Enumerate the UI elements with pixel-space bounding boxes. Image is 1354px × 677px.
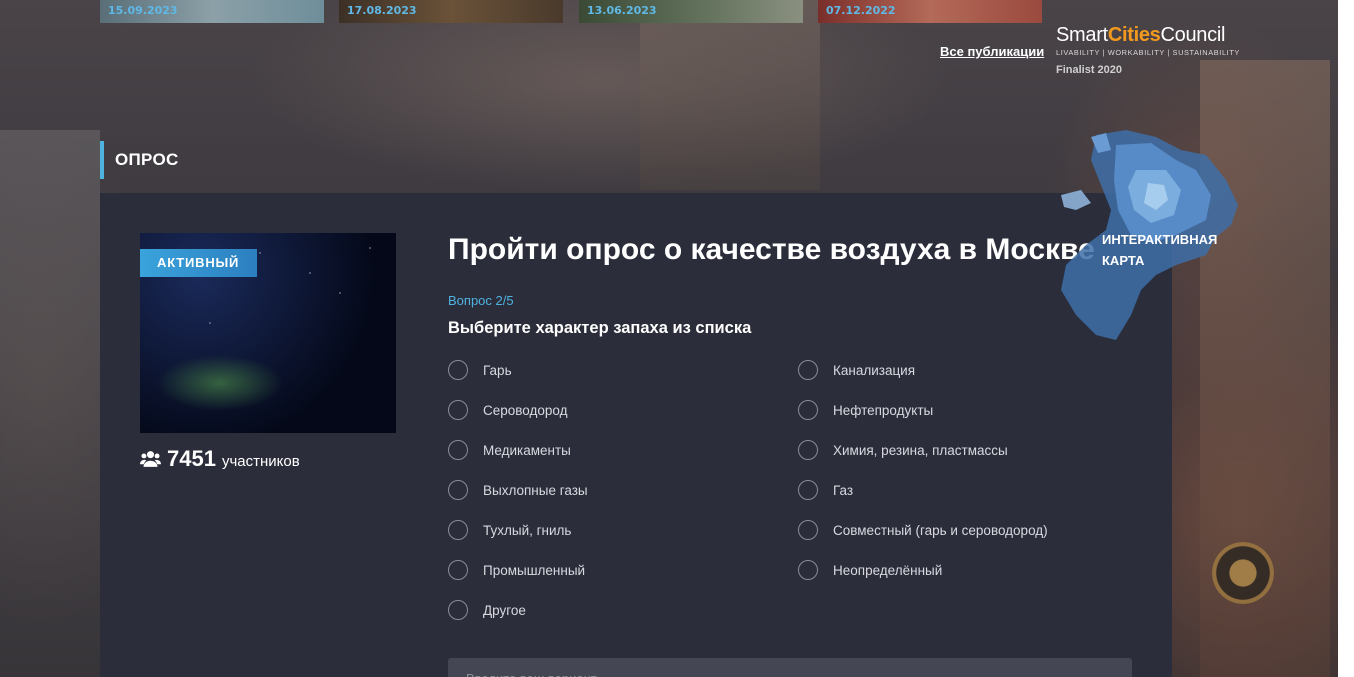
publication-date: 17.08.2023 bbox=[347, 4, 417, 17]
interactive-map-label[interactable]: ИНТЕРАКТИВНАЯ КАРТА bbox=[1102, 229, 1217, 271]
option-label: Гарь bbox=[483, 362, 512, 378]
radio-button[interactable] bbox=[798, 520, 818, 540]
option-label: Выхлопные газы bbox=[483, 482, 588, 498]
status-badge: АКТИВНЫЙ bbox=[140, 249, 257, 277]
page-edge bbox=[1338, 0, 1354, 677]
option-label: Сероводород bbox=[483, 402, 568, 418]
participants-label: участников bbox=[221, 453, 300, 470]
publication-date: 13.06.2023 bbox=[587, 4, 657, 17]
participants-count: 7451 bbox=[167, 446, 216, 471]
poll-image: АКТИВНЫЙ bbox=[140, 233, 396, 433]
radio-button[interactable] bbox=[448, 360, 468, 380]
option-label: Промышленный bbox=[483, 562, 586, 578]
radio-button[interactable] bbox=[798, 560, 818, 580]
option-label: Медикаменты bbox=[483, 442, 571, 458]
scc-word-smart: Smart bbox=[1056, 24, 1108, 46]
scc-tagline: LIVABILITY | WORKABILITY | SUSTAINABILIT… bbox=[1056, 48, 1240, 57]
option-label: Нефтепродукты bbox=[833, 402, 934, 418]
option-promyshlenny[interactable]: Промышленный bbox=[448, 560, 585, 580]
publication-card[interactable]: 07.12.2022 bbox=[818, 0, 1042, 23]
publication-card[interactable]: 13.06.2023 bbox=[579, 0, 803, 23]
radio-button[interactable] bbox=[798, 480, 818, 500]
map-label-line2: КАРТА bbox=[1102, 253, 1145, 268]
radio-button[interactable] bbox=[448, 600, 468, 620]
publication-card[interactable]: 15.09.2023 bbox=[100, 0, 324, 23]
radio-button[interactable] bbox=[448, 480, 468, 500]
scc-wordmark: SmartCitiesCouncil bbox=[1056, 24, 1246, 47]
option-label: Совместный (гарь и сероводород) bbox=[833, 522, 1048, 538]
option-label: Неопределённый bbox=[833, 562, 943, 578]
map-label-line1: ИНТЕРАКТИВНАЯ bbox=[1102, 232, 1218, 247]
radio-button[interactable] bbox=[798, 360, 818, 380]
option-medikamenty[interactable]: Медикаменты bbox=[448, 440, 571, 460]
publication-card[interactable]: 17.08.2023 bbox=[339, 0, 563, 23]
question-number: Вопрос 2/5 bbox=[448, 293, 514, 308]
all-publications-link[interactable]: Все публикации bbox=[940, 44, 1044, 59]
scc-word-cities: Cities bbox=[1107, 24, 1161, 46]
option-label: Газ bbox=[833, 482, 854, 498]
option-label: Другое bbox=[483, 602, 526, 618]
option-kanalizatsiya[interactable]: Канализация bbox=[798, 360, 915, 380]
poll-title: Пройти опрос о качестве воздуха в Москве bbox=[448, 233, 1095, 266]
option-label: Канализация bbox=[833, 362, 916, 378]
radio-button[interactable] bbox=[448, 560, 468, 580]
section-title: ОПРОС bbox=[100, 141, 179, 179]
background-building bbox=[640, 0, 820, 190]
publication-date: 15.09.2023 bbox=[108, 4, 178, 17]
radio-button[interactable] bbox=[448, 440, 468, 460]
smart-cities-council-logo[interactable]: SmartCitiesCouncil LIVABILITY | WORKABIL… bbox=[1056, 24, 1246, 76]
radio-button[interactable] bbox=[798, 400, 818, 420]
custom-answer-input[interactable] bbox=[448, 658, 1132, 677]
option-gar[interactable]: Гарь bbox=[448, 360, 512, 380]
option-gaz[interactable]: Газ bbox=[798, 480, 853, 500]
radio-button[interactable] bbox=[798, 440, 818, 460]
poll-panel: АКТИВНЫЙ 7451 участников Пройти опрос о … bbox=[100, 193, 1172, 677]
option-drugoe[interactable]: Другое bbox=[448, 600, 526, 620]
option-label: Тухлый, гниль bbox=[483, 522, 572, 538]
publication-date: 07.12.2022 bbox=[826, 4, 896, 17]
question-text: Выберите характер запаха из списка bbox=[448, 319, 752, 337]
tower-clock bbox=[1212, 542, 1274, 604]
option-tuhly-gnil[interactable]: Тухлый, гниль bbox=[448, 520, 571, 540]
option-label: Химия, резина, пластмассы bbox=[833, 442, 1008, 458]
scc-word-council: Council bbox=[1160, 24, 1226, 46]
option-sovmestny[interactable]: Совместный (гарь и сероводород) bbox=[798, 520, 1048, 540]
option-himiya[interactable]: Химия, резина, пластмассы bbox=[798, 440, 1008, 460]
radio-button[interactable] bbox=[448, 400, 468, 420]
option-serovodorod[interactable]: Сероводород bbox=[448, 400, 568, 420]
users-icon bbox=[140, 451, 161, 467]
radio-button[interactable] bbox=[448, 520, 468, 540]
scc-finalist: Finalist 2020 bbox=[1056, 64, 1123, 76]
background-building bbox=[0, 130, 100, 677]
participants-counter: 7451 участников bbox=[140, 446, 300, 472]
option-nefteprodukty[interactable]: Нефтепродукты bbox=[798, 400, 933, 420]
option-neopredelenny[interactable]: Неопределённый bbox=[798, 560, 942, 580]
option-vyhlopnye-gazy[interactable]: Выхлопные газы bbox=[448, 480, 588, 500]
